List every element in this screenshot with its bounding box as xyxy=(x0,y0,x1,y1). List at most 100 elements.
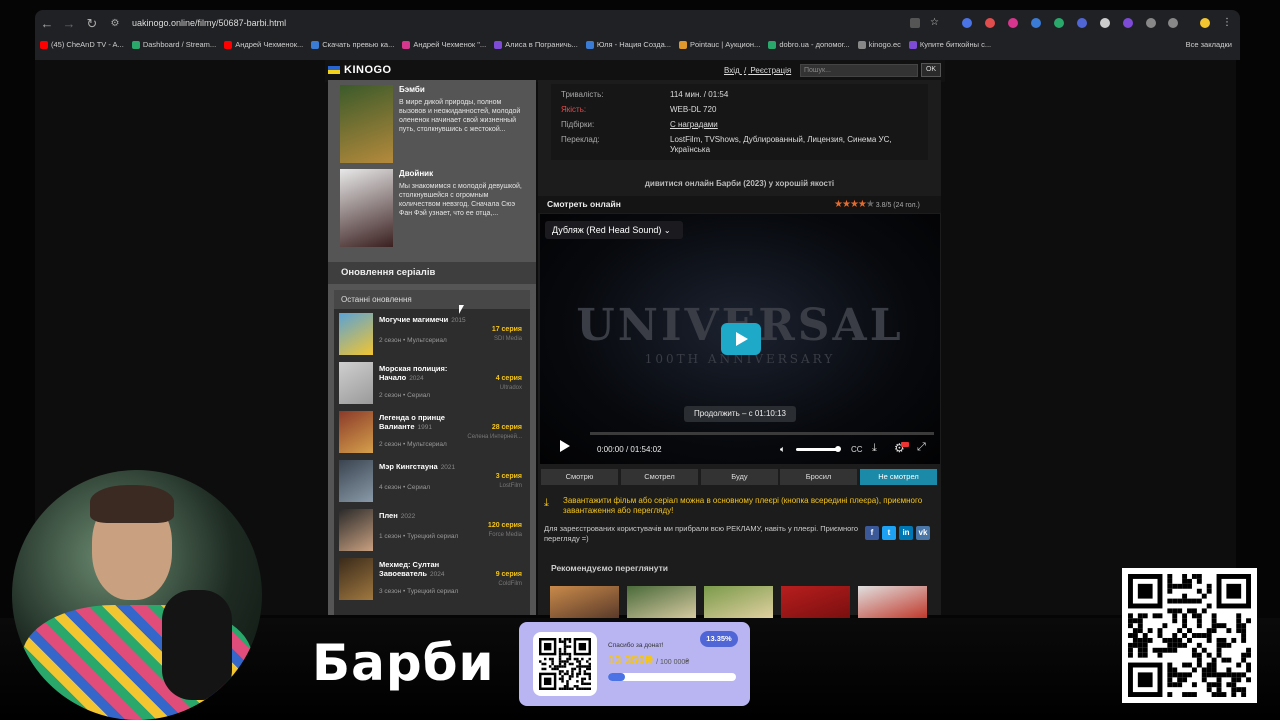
download-icon[interactable]: ⤓ xyxy=(872,442,877,455)
series-thumbnail[interactable] xyxy=(339,362,373,404)
recommended-poster[interactable] xyxy=(781,586,850,618)
series-row[interactable]: Плен 2022 1 сезон • Турецкий сериал 120 сер… xyxy=(338,509,526,555)
star-icon[interactable]: ★ xyxy=(850,199,859,210)
recommended-poster[interactable] xyxy=(704,586,773,618)
movie-title[interactable]: Бэмби xyxy=(399,85,425,94)
tab-latest-updates[interactable]: Останні оновлення xyxy=(334,290,530,309)
rating-stars[interactable]: ★★★★★ xyxy=(834,199,875,210)
share-f-icon[interactable]: f xyxy=(865,526,879,540)
search-button[interactable]: OK xyxy=(921,63,941,77)
bookmark-item[interactable]: (45) CheAnD TV - A... xyxy=(40,40,124,50)
bookmark-item[interactable]: Купите биткойны с... xyxy=(908,40,991,50)
sidebar-movie-card[interactable]: Двойник Мы знакомимся с молодой девушкой,… xyxy=(340,169,530,249)
extension-icon[interactable] xyxy=(985,18,995,28)
status-tab[interactable]: Бросил xyxy=(780,469,857,485)
recommended-poster[interactable] xyxy=(858,586,927,618)
series-thumbnail[interactable] xyxy=(339,313,373,355)
recommended-poster[interactable] xyxy=(627,586,696,618)
resume-button[interactable]: Продолжить – с 01:10:13 xyxy=(684,406,796,422)
star-icon[interactable]: ★ xyxy=(858,199,867,210)
volume-icon[interactable]: 🔈︎ xyxy=(780,444,785,455)
extension-icon[interactable] xyxy=(1031,18,1041,28)
movie-poster[interactable] xyxy=(340,85,393,163)
share-t-icon[interactable]: t xyxy=(882,526,896,540)
status-tab[interactable]: Смотрел xyxy=(621,469,698,485)
series-name[interactable]: Могучие магимечи 2015 xyxy=(379,315,489,326)
cast-icon[interactable] xyxy=(910,18,920,28)
series-row[interactable]: Морская полиция: Начало 2024 2 сезон • Сер… xyxy=(338,362,526,408)
series-thumbnail[interactable] xyxy=(339,558,373,600)
qr-module xyxy=(568,652,572,656)
site-logo[interactable]: KINOGO xyxy=(328,64,392,76)
extension-icon[interactable] xyxy=(1146,18,1156,28)
extension-icon[interactable] xyxy=(962,18,972,28)
status-tab[interactable]: Буду xyxy=(701,469,778,485)
bookmark-item[interactable]: Юля - Нация Созда... xyxy=(585,40,671,50)
register-link[interactable]: Реєстрація xyxy=(750,66,791,75)
timecode: 0:00:00 / 01:54:02 xyxy=(597,445,662,454)
share-in-icon[interactable]: in xyxy=(899,526,913,540)
all-bookmarks-button[interactable]: Все закладки xyxy=(1186,40,1232,49)
bookmark-item[interactable]: Скачать превью ка... xyxy=(311,40,394,50)
search-input[interactable]: Пошук... xyxy=(800,64,918,77)
address-bar[interactable]: uakinogo.online/filmy/50687-barbi.html xyxy=(132,18,286,28)
series-row[interactable]: Мэр Кингстауна 2021 4 сезон • Сериал 3 сери… xyxy=(338,460,526,506)
menu-icon[interactable]: ⋮ xyxy=(1222,18,1232,28)
series-name[interactable]: Морская полиция: Начало 2024 xyxy=(379,364,489,383)
bookmark-star-icon[interactable]: ☆ xyxy=(930,18,940,28)
star-icon[interactable]: ★ xyxy=(842,199,851,210)
qr-module xyxy=(1167,608,1173,614)
play-icon[interactable] xyxy=(556,438,572,454)
forward-icon[interactable]: → xyxy=(59,14,79,34)
share-vk-icon[interactable]: vk xyxy=(916,526,930,540)
series-name[interactable]: Плен 2022 xyxy=(379,511,489,522)
bookmark-item[interactable]: kinogo.ec xyxy=(857,40,901,50)
extensions-puzzle-icon[interactable] xyxy=(1168,18,1178,28)
movie-title[interactable]: Двойник xyxy=(399,169,433,178)
play-big-icon[interactable] xyxy=(721,323,761,355)
extension-icon[interactable] xyxy=(1054,18,1064,28)
reload-icon[interactable]: ↻ xyxy=(82,14,102,34)
series-name[interactable]: Легенда о принце Валианте 1991 xyxy=(379,413,489,432)
extension-icon[interactable] xyxy=(1100,18,1110,28)
extension-icon[interactable] xyxy=(1123,18,1133,28)
movie-poster[interactable] xyxy=(340,169,393,247)
volume-slider[interactable] xyxy=(796,448,838,451)
back-icon[interactable]: ← xyxy=(37,14,57,34)
status-tab[interactable]: Не смотрел xyxy=(860,469,937,485)
subtitles-icon[interactable]: CC xyxy=(851,445,863,454)
bookmark-item[interactable]: Андрей Чехменок "... xyxy=(402,40,486,50)
bookmark-label: (45) CheAnD TV - A... xyxy=(51,40,124,49)
fullscreen-icon[interactable]: ⤢ xyxy=(917,441,926,454)
series-name[interactable]: Мэр Кингстауна 2021 xyxy=(379,462,489,473)
bookmark-item[interactable]: Pointauc | Аукцион... xyxy=(679,40,760,50)
series-thumbnail[interactable] xyxy=(339,460,373,502)
extension-icon[interactable] xyxy=(1008,18,1018,28)
bookmark-item[interactable]: dobro.ua - допомог... xyxy=(768,40,850,50)
progress-bar[interactable] xyxy=(590,432,934,435)
volume-knob[interactable] xyxy=(835,446,841,452)
series-row[interactable]: Могучие магимечи 2015 2 сезон • Мультсериа… xyxy=(338,313,526,359)
dub-select[interactable]: Дубляж (Red Head Sound) ⌄ xyxy=(545,221,683,239)
bookmark-item[interactable]: Dashboard / Stream... xyxy=(131,40,216,50)
info-value[interactable]: С наградами xyxy=(670,120,920,130)
series-thumbnail[interactable] xyxy=(339,509,373,551)
recommended-poster[interactable] xyxy=(550,586,619,618)
extension-icon[interactable] xyxy=(1077,18,1087,28)
series-thumbnail[interactable] xyxy=(339,411,373,453)
series-row[interactable]: Легенда о принце Валианте 1991 2 сезон • М… xyxy=(338,411,526,457)
rating[interactable]: ★★★★★ 3.8/5 (24 гол.) xyxy=(834,199,920,210)
login-link[interactable]: Вхід xyxy=(724,66,740,75)
star-icon[interactable]: ★ xyxy=(834,199,843,210)
sidebar-movie-card[interactable]: Бэмби В мире дикой природы, полном вызово… xyxy=(340,85,530,165)
site-info-icon[interactable]: ⚙ xyxy=(105,14,125,34)
star-icon[interactable]: ★ xyxy=(866,199,875,210)
series-name[interactable]: Мехмед: Султан Завоеватель 2024 xyxy=(379,560,489,579)
bookmarks-bar: (45) CheAnD TV - A... Dashboard / Stream.… xyxy=(40,40,1240,54)
profile-avatar[interactable] xyxy=(1200,18,1210,28)
series-row[interactable]: Мехмед: Султан Завоеватель 2024 3 сезон • … xyxy=(338,558,526,604)
qr-module xyxy=(1177,682,1183,688)
bookmark-item[interactable]: Алиса в Пограничь... xyxy=(494,40,578,50)
bookmark-item[interactable]: Андрей Чехменок... xyxy=(224,40,303,50)
status-tab[interactable]: Смотрю xyxy=(541,469,618,485)
